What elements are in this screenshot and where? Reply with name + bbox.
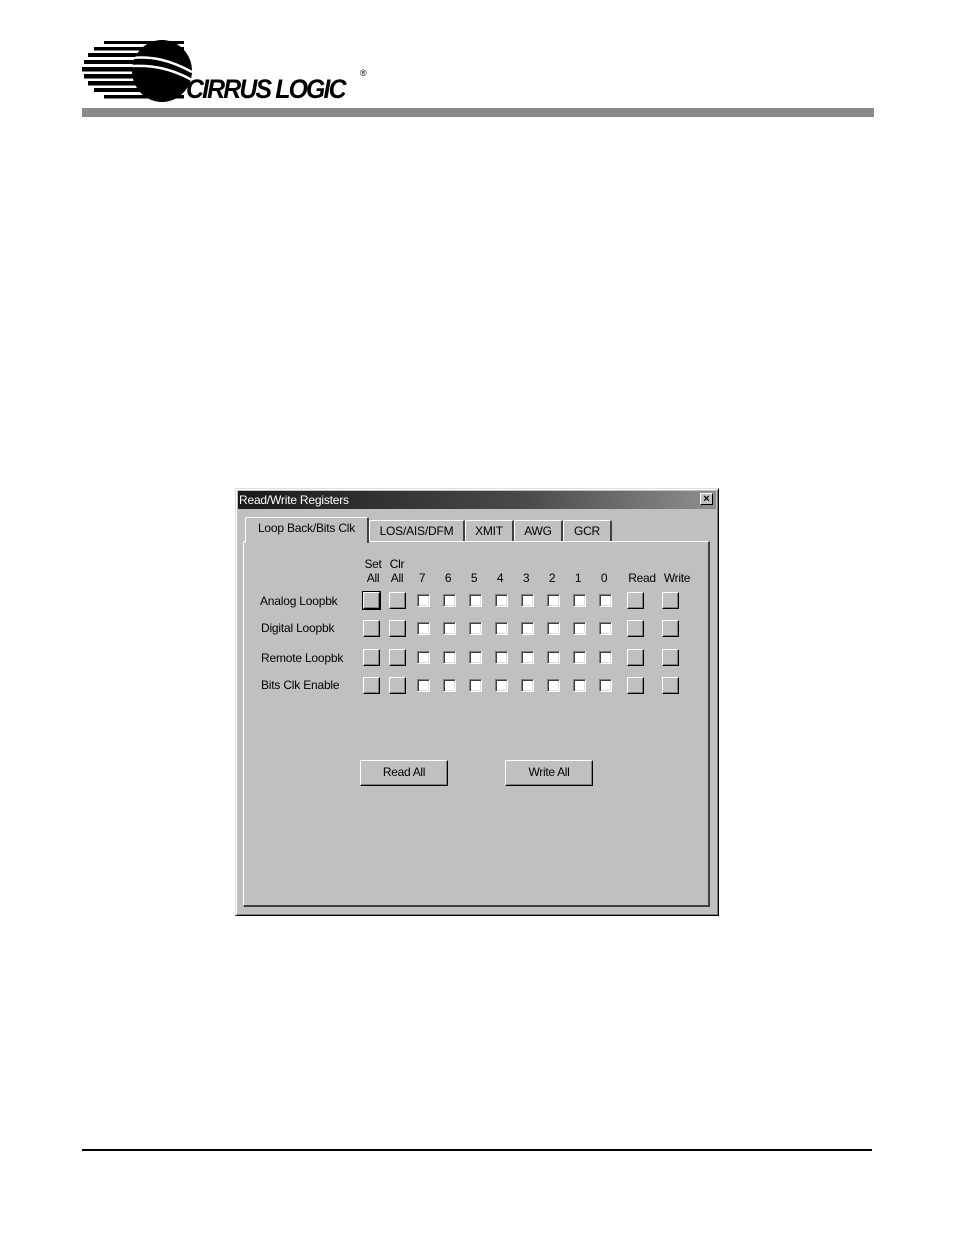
col-header-line: All [390,571,404,585]
row-label-analog-loopbk: Analog Loopbk [260,594,338,608]
bit-2-checkbox[interactable] [547,679,560,692]
bit-4-checkbox[interactable] [495,679,508,692]
bit-7-checkbox[interactable] [417,651,430,664]
bit-6-checkbox[interactable] [443,651,456,664]
bit-0-checkbox[interactable] [599,622,612,635]
clr-all-button[interactable] [389,620,406,637]
tab-label: XMIT [475,524,503,538]
bit-3-checkbox[interactable] [521,594,534,607]
footer-rule [82,1149,872,1151]
window-title: Read/Write Registers [239,493,349,507]
col-header-bit-7: 7 [418,571,426,585]
tab-label: Loop Back/Bits Clk [257,521,356,535]
bit-4-checkbox[interactable] [495,651,508,664]
bit-1-checkbox[interactable] [573,679,586,692]
col-header-bit-0: 0 [600,571,608,585]
bit-6-checkbox[interactable] [443,679,456,692]
tab-xmit[interactable]: XMIT [465,520,514,541]
col-header-line: All [366,571,380,585]
logo-swoosh-icon [82,40,192,102]
col-header-bit-2: 2 [548,571,556,585]
logo-wordmark: CIRRUS LOGIC [186,74,347,104]
bit-6-checkbox[interactable] [443,622,456,635]
header-rule [82,108,874,117]
bit-3-checkbox[interactable] [521,622,534,635]
bit-1-checkbox[interactable] [573,622,586,635]
bit-2-checkbox[interactable] [547,594,560,607]
bit-7-checkbox[interactable] [417,622,430,635]
col-header-line: Set [364,557,382,571]
bit-5-checkbox[interactable] [469,622,482,635]
row-label-remote-loopbk: Remote Loopbk [261,651,344,665]
bit-4-checkbox[interactable] [495,594,508,607]
bit-5-checkbox[interactable] [469,594,482,607]
bit-7-checkbox[interactable] [417,594,430,607]
tab-gcr[interactable]: GCR [563,520,612,541]
read-write-registers-window: Read/Write Registers × Loop Back/Bits Cl… [235,488,719,916]
title-bar[interactable]: Read/Write Registers × [238,491,716,509]
tab-loop-back-bits-clk[interactable]: Loop Back/Bits Clk [245,517,369,543]
bit-3-checkbox[interactable] [521,651,534,664]
set-all-button[interactable] [363,620,380,637]
close-button[interactable]: × [700,493,713,505]
write-button[interactable] [662,677,679,694]
bit-7-checkbox[interactable] [417,679,430,692]
row-label-bits-clk-enable: Bits Clk Enable [261,678,340,692]
clr-all-button[interactable] [389,649,406,666]
col-header-bit-6: 6 [444,571,452,585]
bit-2-checkbox[interactable] [547,622,560,635]
col-header-bit-4: 4 [496,571,504,585]
col-header-read: Read [628,571,656,585]
clr-all-button[interactable] [389,677,406,694]
clr-all-button[interactable] [389,592,406,609]
bit-5-checkbox[interactable] [469,651,482,664]
read-button[interactable] [627,620,644,637]
registered-mark: ® [360,68,367,78]
bit-6-checkbox[interactable] [443,594,456,607]
col-header-bit-1: 1 [574,571,582,585]
read-all-button[interactable]: Read All [360,760,448,786]
close-icon: × [703,493,710,505]
read-button[interactable] [627,592,644,609]
set-all-button[interactable] [362,591,381,610]
tab-label: AWG [524,524,552,538]
bit-1-checkbox[interactable] [573,594,586,607]
set-all-button[interactable] [363,677,380,694]
write-button[interactable] [662,649,679,666]
write-button[interactable] [662,592,679,609]
col-header-write: Write [663,571,691,585]
set-all-button[interactable] [363,649,380,666]
tab-los-ais-dfm[interactable]: LOS/AIS/DFM [369,520,465,541]
tab-awg[interactable]: AWG [514,520,563,541]
read-button[interactable] [627,677,644,694]
bit-0-checkbox[interactable] [599,651,612,664]
col-header-line: Clr [389,557,405,571]
cirrus-logic-logo: CIRRUS LOGIC ® [82,38,382,104]
write-button[interactable] [662,620,679,637]
bit-0-checkbox[interactable] [599,594,612,607]
tab-label: GCR [573,524,601,538]
write-all-button[interactable]: Write All [505,760,593,786]
bit-3-checkbox[interactable] [521,679,534,692]
bit-0-checkbox[interactable] [599,679,612,692]
bit-2-checkbox[interactable] [547,651,560,664]
row-label-digital-loopbk: Digital Loopbk [261,621,335,635]
col-header-bit-5: 5 [470,571,478,585]
col-header-clr-all: Clr All [386,557,408,585]
bit-4-checkbox[interactable] [495,622,508,635]
col-header-set-all: Set All [361,557,385,585]
bit-5-checkbox[interactable] [469,679,482,692]
bit-1-checkbox[interactable] [573,651,586,664]
col-header-bit-3: 3 [522,571,530,585]
tab-label: LOS/AIS/DFM [379,524,454,538]
read-button[interactable] [627,649,644,666]
